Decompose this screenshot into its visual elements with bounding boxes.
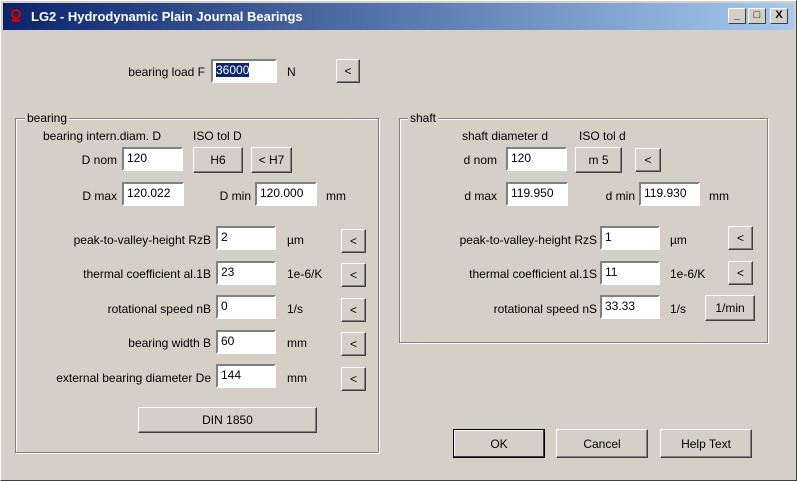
shaft-iso-tol-prev-button[interactable]: < <box>635 148 661 172</box>
bearing-load-label: bearing load F <box>128 65 205 79</box>
bearing-width-label: bearing width B <box>128 336 211 350</box>
ok-button[interactable]: OK <box>453 429 545 458</box>
bearing-load-unit: N <box>287 65 296 79</box>
bearing-load-input[interactable]: 36000 <box>211 59 277 83</box>
din-1850-button[interactable]: DIN 1850 <box>138 407 317 433</box>
bearing-de-label: external bearing diameter De <box>56 371 211 385</box>
bearing-width-unit: mm <box>287 336 307 350</box>
close-button[interactable]: X <box>770 8 788 24</box>
bearing-dmin-label: D min <box>219 189 251 203</box>
shaft-speed-unit: 1/s <box>670 302 687 316</box>
bearing-rz-input[interactable]: 2 <box>216 226 276 250</box>
bearing-speed-label: rotational speed nB <box>107 302 211 316</box>
bearing-speed-arrow-button[interactable]: < <box>341 298 366 322</box>
bearing-thermal-arrow-button[interactable]: < <box>341 263 366 287</box>
shaft-rz-unit: µm <box>670 233 687 247</box>
shaft-thermal-unit: 1e-6/K <box>670 267 706 281</box>
help-text-button[interactable]: Help Text <box>660 429 752 458</box>
shaft-dmax-input[interactable]: 119.950 <box>506 182 568 206</box>
bearing-load-value: 36000 <box>216 63 250 77</box>
bearing-dnom-input[interactable]: 120 <box>122 147 183 171</box>
shaft-rz-arrow-button[interactable]: < <box>728 226 753 250</box>
bearing-de-input[interactable]: 144 <box>216 364 276 388</box>
bearing-width-input[interactable]: 60 <box>216 330 276 354</box>
shaft-dnom-input[interactable]: 120 <box>506 147 567 171</box>
shaft-iso-tol-button[interactable]: m 5 <box>575 147 622 173</box>
maximize-button[interactable]: □ <box>748 8 766 24</box>
bearing-de-unit: mm <box>287 371 307 385</box>
shaft-thermal-input[interactable]: 11 <box>600 261 660 285</box>
bearing-speed-input[interactable]: 0 <box>216 295 276 319</box>
shaft-dmax-label: d max <box>464 189 497 203</box>
bearing-thermal-label: thermal coefficient al.1B <box>83 267 211 281</box>
bearing-iso-tol-prev-button[interactable]: < H7 <box>251 147 292 173</box>
bearing-iso-tol-button[interactable]: H6 <box>193 147 243 173</box>
bearing-thermal-input[interactable]: 23 <box>216 261 276 285</box>
shaft-thermal-label: thermal coefficient al.1S <box>469 267 597 281</box>
shaft-diam-header: shaft diameter d <box>462 129 549 143</box>
shaft-dmin-label: d min <box>605 189 635 203</box>
shaft-speed-unit-button[interactable]: 1/min <box>705 295 755 321</box>
bearing-group-title: bearing <box>25 111 70 125</box>
bearing-diam-header: bearing intern.diam. D <box>43 129 162 143</box>
shaft-thermal-arrow-button[interactable]: < <box>728 261 753 285</box>
bearing-iso-header: ISO tol D <box>193 129 242 143</box>
shaft-speed-label: rotational speed nS <box>493 302 597 316</box>
bearing-rz-unit: µm <box>287 233 304 247</box>
bearing-dmax-input[interactable]: 120.022 <box>122 182 184 206</box>
dialog-window: LG2 - Hydrodynamic Plain Journal Bearing… <box>0 0 797 481</box>
bearing-dnom-label: D nom <box>81 153 117 167</box>
shaft-rz-input[interactable]: 1 <box>600 226 660 250</box>
shaft-speed-input[interactable]: 33.33 <box>600 295 660 319</box>
bearing-speed-unit: 1/s <box>287 302 304 316</box>
shaft-iso-header: ISO tol d <box>579 129 626 143</box>
shaft-rz-label: peak-to-valley-height RzS <box>459 233 597 247</box>
shaft-dmin-input[interactable]: 119.930 <box>639 182 700 206</box>
bearing-dmin-input[interactable]: 120.000 <box>255 182 317 206</box>
bearing-de-arrow-button[interactable]: < <box>341 367 366 391</box>
bearing-thermal-unit: 1e-6/K <box>287 267 323 281</box>
bearing-dmax-label: D max <box>82 189 117 203</box>
window-title: LG2 - Hydrodynamic Plain Journal Bearing… <box>31 9 303 24</box>
bearing-d-unit: mm <box>326 189 346 203</box>
shaft-group-title: shaft <box>408 111 439 125</box>
bearing-rz-arrow-button[interactable]: < <box>341 229 366 253</box>
shaft-d-unit: mm <box>709 189 729 203</box>
bearing-rz-label: peak-to-valley-height RzB <box>73 233 211 247</box>
app-icon <box>10 8 22 22</box>
bearing-load-arrow-button[interactable]: < <box>336 59 360 83</box>
minimize-button[interactable]: _ <box>728 8 746 24</box>
cancel-button[interactable]: Cancel <box>556 429 648 458</box>
shaft-dnom-label: d nom <box>463 153 497 167</box>
bearing-width-arrow-button[interactable]: < <box>341 332 366 356</box>
title-bar[interactable]: LG2 - Hydrodynamic Plain Journal Bearing… <box>3 3 794 30</box>
